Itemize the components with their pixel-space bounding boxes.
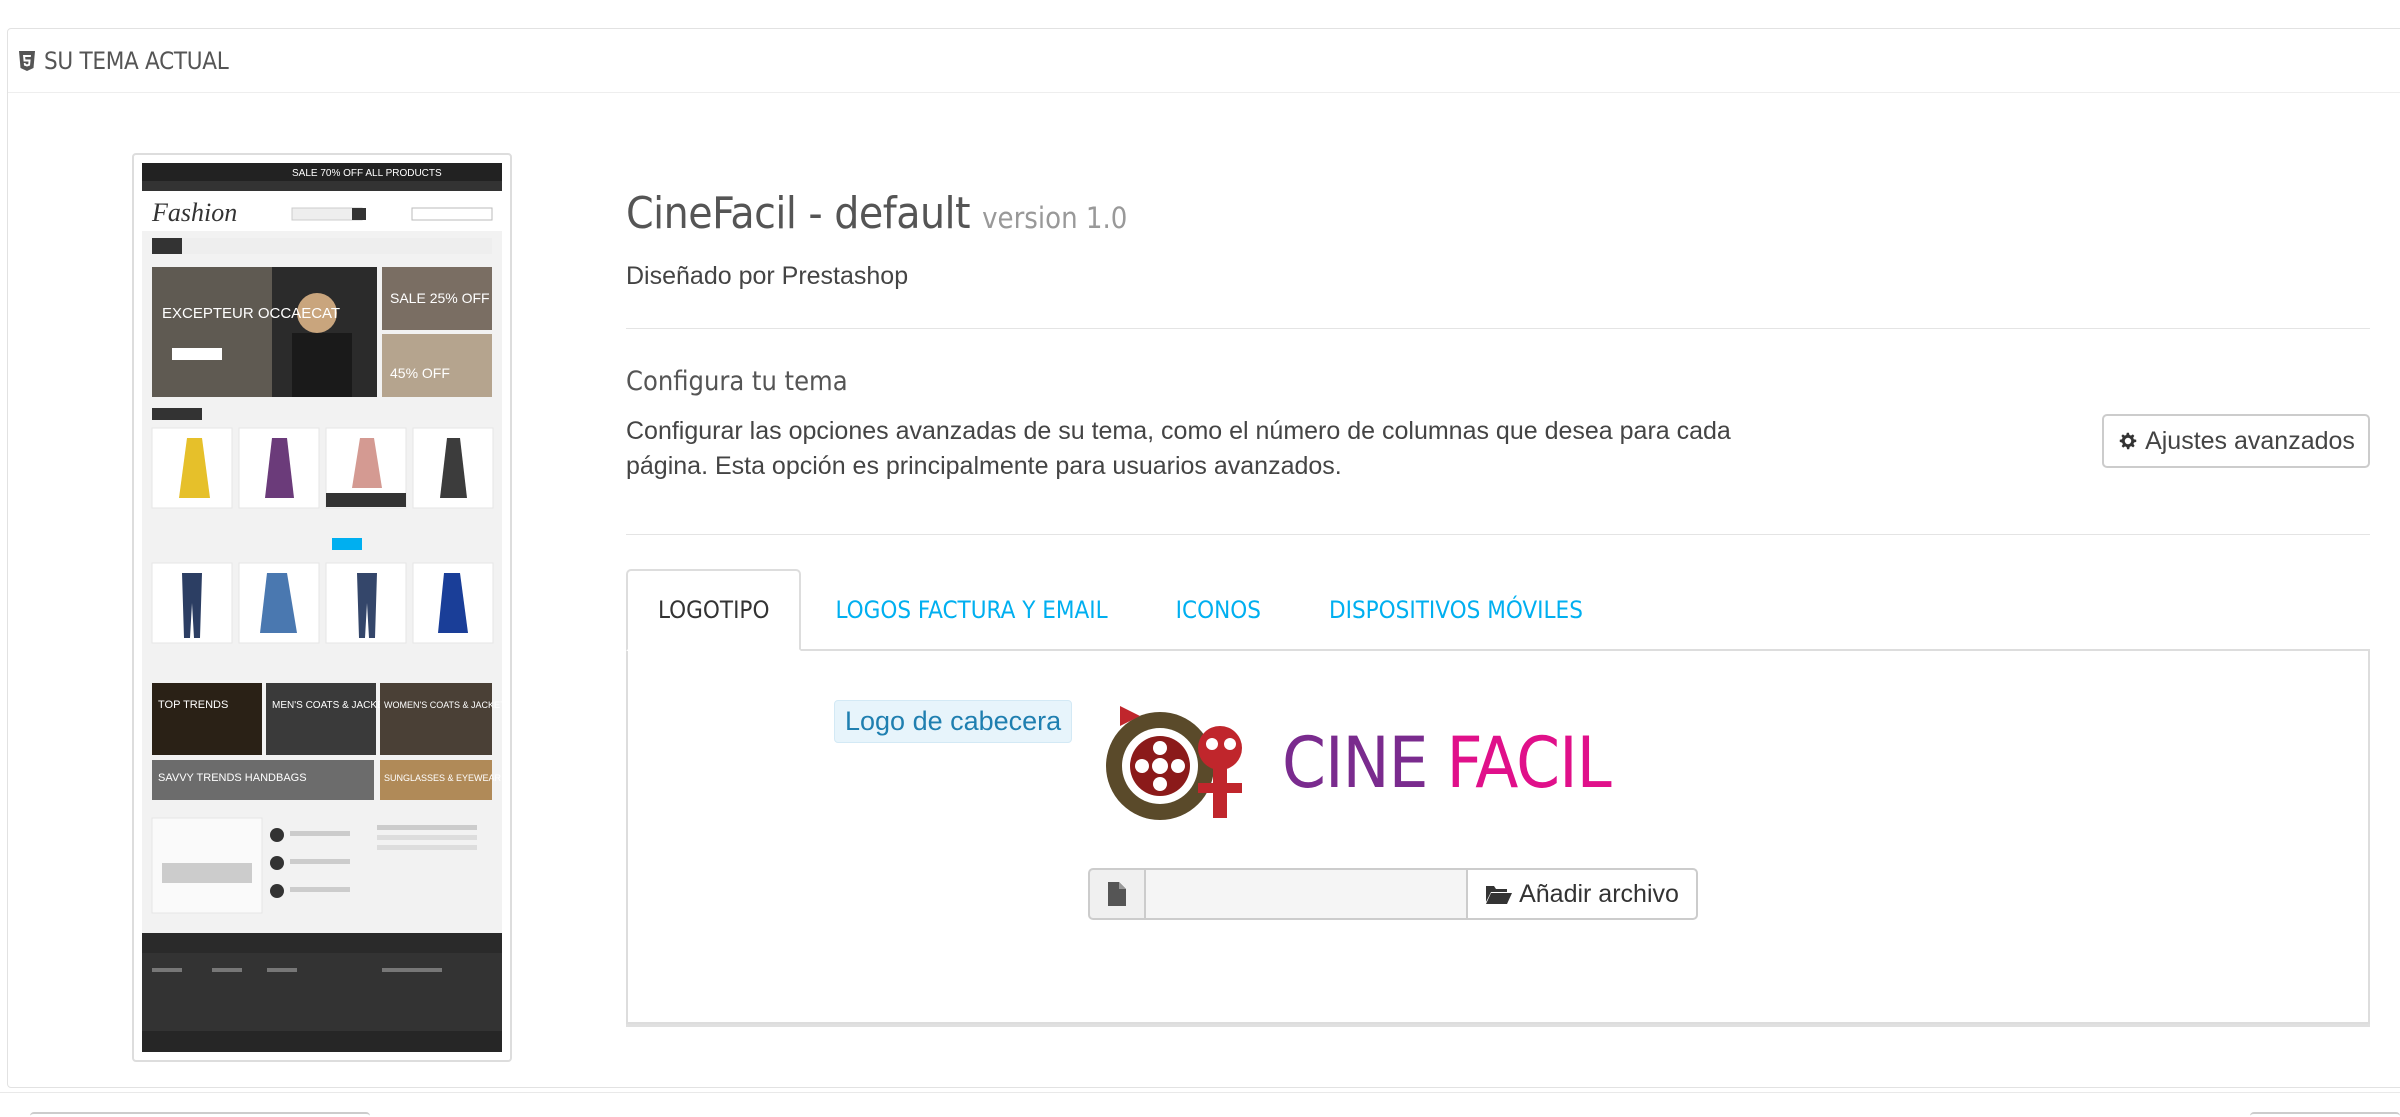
theme-designer: Diseñado por Prestashop <box>626 262 909 290</box>
logo-tabs: LOGOTIPO LOGOS FACTURA Y EMAIL ICONOS DI… <box>626 569 1617 651</box>
theme-name: CineFacil - default <box>626 188 971 239</box>
preview-tile-1: TOP TRENDS <box>158 699 228 711</box>
divider <box>626 328 2370 329</box>
gear-icon <box>2119 432 2137 450</box>
preview-banner: SALE 70% OFF ALL PRODUCTS <box>292 168 442 179</box>
theme-version: version 1.0 <box>982 201 1128 235</box>
file-addon <box>1088 868 1146 920</box>
preview-tile-2: MEN'S COATS & JACKETS <box>272 700 397 711</box>
logo-word-cine: CINE <box>1282 722 1428 804</box>
preview-tile-5: SUNGLASSES & EYEWEAR <box>384 773 502 783</box>
logo-word-facil: FACIL <box>1446 722 1611 804</box>
tab-panel-shadow <box>626 1024 2370 1027</box>
config-description: Configurar las opciones avanzadas de su … <box>626 417 1731 480</box>
theme-preview: SALE 70% OFF ALL PRODUCTS Fashion EXCEPT… <box>132 153 512 1062</box>
tab-iconos[interactable]: ICONOS <box>1142 569 1295 651</box>
theme-title-row: CineFacil - default version 1.0 <box>626 188 1127 239</box>
footer-divider <box>0 1092 2400 1093</box>
tab-logos-factura-email[interactable]: LOGOS FACTURA Y EMAIL <box>801 569 1141 651</box>
preview-tile-3: WOMEN'S COATS & JACKETS <box>384 700 502 710</box>
panel-title: SU TEMA ACTUAL <box>44 46 229 75</box>
advanced-settings-button[interactable]: Ajustes avanzados <box>2102 414 2370 468</box>
cinefacil-logo-text: CINE FACIL <box>1282 722 1612 804</box>
html5-icon <box>19 50 35 71</box>
panel-heading: SU TEMA ACTUAL <box>8 29 2400 93</box>
config-title: Configura tu tema <box>626 366 848 397</box>
next-panel-edge <box>30 1112 370 1117</box>
folder-open-icon <box>1486 886 1513 904</box>
file-icon <box>1108 882 1126 906</box>
theme-preview-illustration: SALE 70% OFF ALL PRODUCTS Fashion EXCEPT… <box>142 163 502 1052</box>
divider <box>626 534 2370 535</box>
logo-file-input[interactable] <box>1146 868 1466 920</box>
tab-logotipo[interactable]: LOGOTIPO <box>626 569 802 651</box>
advanced-settings-label: Ajustes avanzados <box>2145 426 2355 455</box>
preview-promo-1: SALE 25% OFF <box>390 290 490 306</box>
tab-dispositivos-moviles[interactable]: DISPOSITIVOS MÓVILES <box>1295 569 1617 651</box>
header-logo-label: Logo de cabecera <box>834 700 1073 743</box>
add-file-button[interactable]: Añadir archivo <box>1466 868 1698 920</box>
add-file-label: Añadir archivo <box>1519 879 1679 908</box>
preview-brand: Fashion <box>151 198 237 227</box>
next-panel-edge <box>2250 1112 2400 1117</box>
logo-upload-group: Añadir archivo <box>1088 868 1698 920</box>
preview-promo-2: 45% OFF <box>390 365 450 381</box>
theme-preview-image: SALE 70% OFF ALL PRODUCTS Fashion EXCEPT… <box>142 163 502 1052</box>
preview-tile-4: SAVVY TRENDS HANDBAGS <box>158 772 307 784</box>
preview-hero: EXCEPTEUR OCCAECAT <box>162 305 340 322</box>
